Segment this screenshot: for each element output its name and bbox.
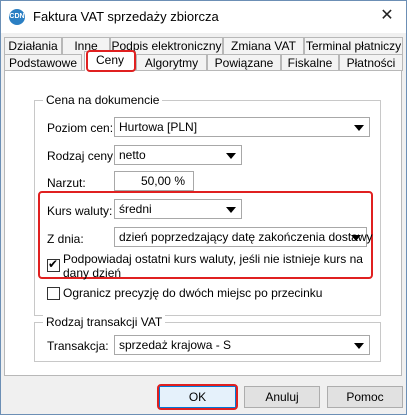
app-icon: CDN: [9, 9, 25, 25]
tab-zmiana-vat[interactable]: Zmiana VAT: [223, 37, 304, 54]
poziom-cen-select[interactable]: Hurtowa [PLN]: [114, 117, 370, 137]
podpowiadaj-line-1: Podpowiadaj ostatni kurs waluty, jeśli n…: [63, 252, 363, 266]
kurs-waluty-select[interactable]: średni: [114, 199, 242, 219]
tab-powiazane[interactable]: Powiązane: [207, 54, 281, 71]
title-bar: CDN Faktura VAT sprzedaży zbiorcza ✕: [1, 1, 406, 33]
narzut-label: Narzut:: [47, 176, 86, 190]
rodzaj-ceny-label: Rodzaj ceny:: [47, 149, 117, 163]
tab-panel-ceny: Cena na dokumencie Poziom cen: Hurtowa […: [4, 70, 402, 376]
close-icon[interactable]: ✕: [374, 5, 400, 27]
tab-algorytmy[interactable]: Algorytmy: [136, 54, 207, 71]
transakcja-group-title: Rodzaj transakcji VAT: [43, 315, 166, 329]
poziom-cen-label: Poziom cen:: [47, 121, 114, 135]
dialog-window: CDN Faktura VAT sprzedaży zbiorcza ✕ Dzi…: [0, 0, 407, 415]
podpowiadaj-checkbox[interactable]: [47, 257, 60, 272]
z-dnia-label: Z dnia:: [47, 232, 84, 246]
cena-group-title: Cena na dokumencie: [43, 93, 163, 107]
ogranicz-checkbox[interactable]: [47, 287, 60, 300]
help-button[interactable]: Pomoc: [327, 386, 403, 408]
kurs-waluty-value: średni: [119, 202, 152, 216]
narzut-value: 50,00 %: [140, 174, 185, 188]
kurs-waluty-label: Kurs waluty:: [47, 204, 113, 218]
chevron-down-icon: [354, 125, 364, 131]
transakcja-label: Transakcja:: [47, 339, 109, 353]
chevron-down-icon: [226, 207, 236, 213]
highlight-ok-button: [157, 384, 238, 410]
tab-platnosci[interactable]: Płatności: [339, 54, 403, 71]
z-dnia-select[interactable]: dzień poprzedzający datę zakończenia dos…: [114, 227, 373, 247]
narzut-input[interactable]: 50,00 %: [114, 171, 194, 191]
chevron-down-icon: [351, 235, 361, 241]
podpowiadaj-line-2: dany dzień: [63, 266, 122, 280]
ogranicz-label: Ogranicz precyzję do dwóch miejsc po prz…: [63, 286, 323, 300]
chevron-down-icon: [226, 153, 236, 159]
rodzaj-ceny-value: netto: [119, 148, 146, 162]
transakcja-select[interactable]: sprzedaż krajowa - S: [114, 335, 370, 355]
cancel-button[interactable]: Anuluj: [244, 386, 320, 408]
tab-fiskalne[interactable]: Fiskalne: [281, 54, 339, 71]
z-dnia-value: dzień poprzedzający datę zakończenia dos…: [119, 230, 373, 244]
tab-podstawowe[interactable]: Podstawowe: [4, 54, 82, 71]
chevron-down-icon: [354, 343, 364, 349]
poziom-cen-value: Hurtowa [PLN]: [119, 120, 198, 134]
window-title: Faktura VAT sprzedaży zbiorcza: [33, 9, 219, 24]
rodzaj-ceny-select[interactable]: netto: [114, 145, 242, 165]
highlight-ceny-tab: [86, 50, 136, 72]
tab-dzialania[interactable]: Działania: [4, 37, 62, 54]
transakcja-value: sprzedaż krajowa - S: [119, 338, 232, 352]
podpowiadaj-label: Podpowiadaj ostatni kurs waluty, jeśli n…: [63, 252, 363, 280]
tab-terminal-platniczy[interactable]: Terminal płatniczy: [304, 37, 403, 54]
